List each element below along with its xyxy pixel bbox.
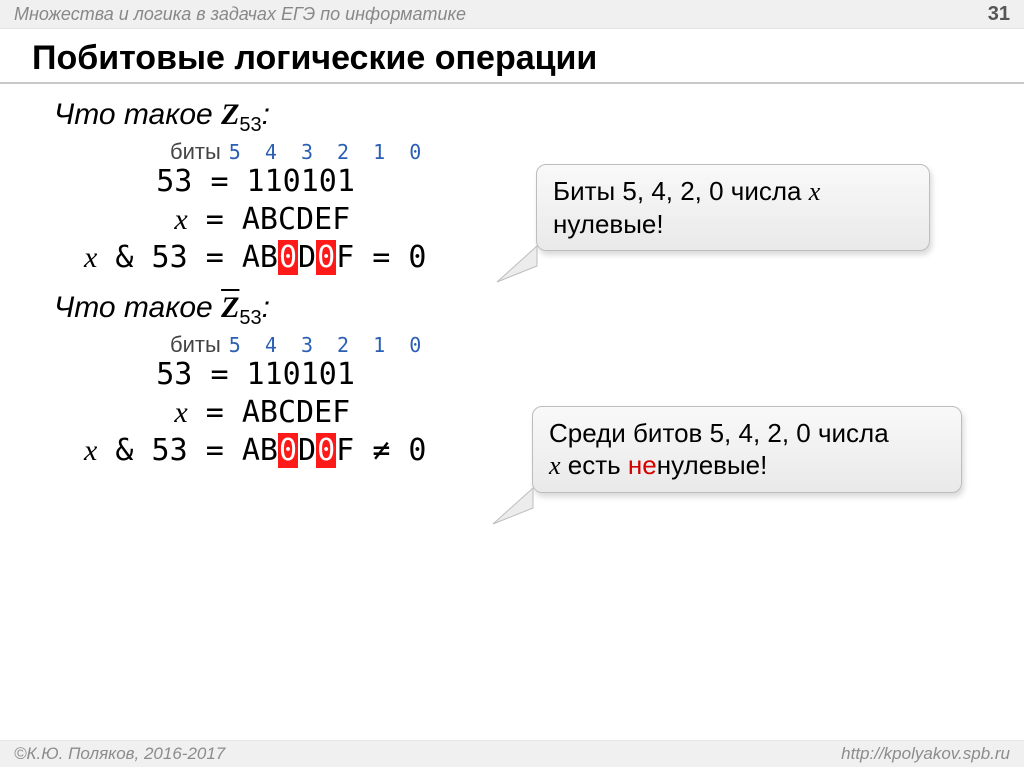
- callout-nonzero-bits: Среди битов 5, 4, 2, 0 числа x есть нену…: [532, 406, 962, 493]
- slide: Множества и логика в задачах ЕГЭ по инфо…: [0, 0, 1024, 767]
- bits-header-2: биты 5 4 3 2 1 0: [170, 332, 992, 358]
- r3-hl-0b: 0: [316, 240, 336, 275]
- c1-l2: нулевые!: [553, 209, 664, 239]
- r3-ab: AB: [224, 240, 278, 275]
- c2r2-eq: =: [188, 395, 224, 430]
- question-z53: Что такое Z53:: [54, 98, 992, 137]
- slide-title: Побитовые логические операции: [0, 29, 1024, 84]
- c2-l2a: есть: [561, 450, 628, 480]
- c2r3-eq: =: [206, 433, 224, 468]
- colon: :: [262, 98, 270, 131]
- c2-l1: Среди битов 5, 4, 2, 0 числа: [549, 418, 889, 448]
- callout-tail-icon: [491, 234, 551, 284]
- r3-tail: = 0: [354, 240, 426, 275]
- c2r3-x: x: [84, 434, 97, 467]
- slide-body: Что такое Z53: биты5 4 3 2 1 0 53 = 1101…: [0, 84, 1024, 470]
- c2r1-lhs: 53: [84, 357, 210, 392]
- c2r3-ab: AB: [224, 433, 278, 468]
- subject-line: Множества и логика в задачах ЕГЭ по инфо…: [14, 4, 466, 25]
- c2r2-rhs: ABCDEF: [224, 395, 350, 430]
- z-bar-symbol: Z: [221, 291, 239, 324]
- r3-eq: =: [206, 240, 224, 275]
- question2-prefix: Что такое: [54, 291, 221, 324]
- c2r2-x: x: [174, 396, 187, 429]
- site-url: http://kpolyakov.spb.ru: [841, 744, 1010, 764]
- r2-x: x: [174, 203, 187, 236]
- r1-rhs: 110101: [229, 164, 355, 199]
- colon2: :: [262, 291, 270, 324]
- r2-eq: =: [188, 202, 224, 237]
- r3-d: D: [298, 240, 316, 275]
- c2r1-eq: =: [210, 357, 228, 392]
- bits-header-1: биты 5 4 3 2 1 0: [170, 139, 992, 165]
- c2-x: x: [549, 451, 561, 480]
- c2r3-d: D: [298, 433, 316, 468]
- c1-x: x: [809, 177, 821, 206]
- c1-l1a: Биты 5, 4, 2, 0 числа: [553, 176, 809, 206]
- question-zbar53: Что такое Z53:: [54, 291, 992, 330]
- bits-numbers: 5 4 3 2 1 0: [229, 140, 427, 164]
- r1-lhs: 53: [84, 164, 210, 199]
- c2r3-amp: & 53: [97, 433, 205, 468]
- r2-rhs: ABCDEF: [224, 202, 350, 237]
- bits-label: биты: [170, 139, 221, 164]
- r1-eq: =: [210, 164, 228, 199]
- z-bar-subscript: 53: [239, 307, 261, 329]
- r3-f: F: [336, 240, 354, 275]
- c2r3-f: F: [336, 433, 354, 468]
- c2r3-hl-0a: 0: [278, 433, 298, 468]
- question-prefix: Что такое: [54, 98, 221, 131]
- page-number: 31: [988, 3, 1010, 26]
- calc2-row1: 53 = 110101: [84, 356, 992, 394]
- bits-label-2: биты: [170, 332, 221, 357]
- callout-tail-icon-2: [487, 476, 547, 526]
- z-symbol: Z: [221, 98, 239, 131]
- c2r3-hl-0b: 0: [316, 433, 336, 468]
- callout-zero-bits: Биты 5, 4, 2, 0 числа x нулевые!: [536, 164, 930, 251]
- topbar: Множества и логика в задачах ЕГЭ по инфо…: [0, 0, 1024, 29]
- c2-red: не: [628, 450, 657, 480]
- bits-numbers-2: 5 4 3 2 1 0: [229, 333, 427, 357]
- footer: ©К.Ю. Поляков, 2016-2017 http://kpolyako…: [0, 740, 1024, 767]
- r3-amp: & 53: [97, 240, 205, 275]
- r3-hl-0a: 0: [278, 240, 298, 275]
- c2-l2b: нулевые!: [657, 450, 768, 480]
- r3-x: x: [84, 241, 97, 274]
- copyright: ©К.Ю. Поляков, 2016-2017: [14, 744, 225, 764]
- z-subscript: 53: [239, 114, 261, 136]
- c2r1-rhs: 110101: [229, 357, 355, 392]
- c2r3-tail: ≠ 0: [354, 433, 426, 468]
